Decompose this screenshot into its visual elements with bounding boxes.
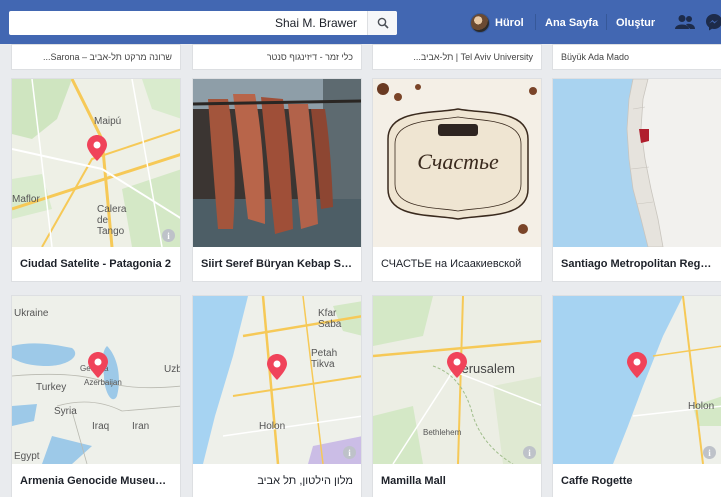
- place-map[interactable]: Jerusalem Bethlehem i: [373, 296, 541, 464]
- map-pin-icon: [627, 352, 647, 378]
- place-map[interactable]: Kfar Saba Petah Tikva Holon i: [193, 296, 361, 464]
- place-card[interactable]: Jerusalem Bethlehem i Mamilla Mall: [372, 295, 542, 497]
- place-card[interactable]: Kfar Saba Petah Tikva Holon i מלון הילטו…: [192, 295, 362, 497]
- home-link[interactable]: Ana Sayfa: [545, 17, 598, 29]
- nav-divider: [606, 14, 607, 30]
- search-icon: [377, 17, 389, 29]
- place-photo[interactable]: Счастье: [373, 79, 541, 247]
- map-label: Uzb: [164, 364, 180, 375]
- logo-text: Счастье: [417, 149, 499, 174]
- search-button[interactable]: [367, 11, 397, 35]
- map-label: Calera de Tango: [97, 204, 127, 237]
- place-card-title[interactable]: Caffe Rogette: [553, 464, 721, 497]
- place-map[interactable]: Ukraine Georgia Azerbaijan Turkey Syria …: [12, 296, 180, 464]
- nav-divider: [535, 14, 536, 30]
- place-card-title[interactable]: Armenia Genocide Museum, ...: [12, 464, 180, 497]
- place-card[interactable]: Счастье СЧАСТЬЕ на Исаакиевской: [372, 78, 542, 282]
- place-card[interactable]: Holon i Caffe Rogette: [552, 295, 721, 497]
- info-icon[interactable]: i: [162, 229, 175, 242]
- place-card-title[interactable]: Tel Aviv University | תל-אביב...: [373, 47, 541, 67]
- profile-name: Hürol: [495, 17, 524, 29]
- place-card[interactable]: Ukraine Georgia Azerbaijan Turkey Syria …: [11, 295, 181, 497]
- map-pin-icon: [267, 354, 287, 380]
- place-card-title[interactable]: מלון הילטון, תל אביב: [193, 464, 361, 497]
- place-card-title[interactable]: Ciudad Satelite - Patagonia 2: [12, 247, 180, 281]
- info-icon[interactable]: i: [343, 446, 356, 459]
- map-label: Maipú: [94, 116, 122, 127]
- create-link[interactable]: Oluştur: [616, 17, 655, 29]
- map-pin-icon: [447, 352, 467, 378]
- place-card[interactable]: Santiago Metropolitan Region: [552, 78, 721, 282]
- place-card[interactable]: כלי זמר - דיזינגוף סנטר: [192, 44, 362, 70]
- map-label: Azerbaijan: [84, 378, 122, 387]
- place-card[interactable]: Siirt Seref Büryan Kebap Sal...: [192, 78, 362, 282]
- place-card-title[interactable]: СЧАСТЬЕ на Исаакиевской: [373, 247, 541, 281]
- map-label: Holon: [688, 401, 715, 412]
- friend-requests-icon[interactable]: [674, 14, 696, 30]
- info-icon[interactable]: i: [523, 446, 536, 459]
- search-box[interactable]: Shai M. Brawer: [9, 11, 397, 35]
- place-card-title[interactable]: שרונה מרקט תל-אביב – Sarona...: [12, 47, 180, 67]
- place-card-title[interactable]: Santiago Metropolitan Region: [553, 247, 721, 281]
- map-label: Kfar Saba: [318, 308, 342, 330]
- place-map[interactable]: [553, 79, 721, 247]
- map-label: Syria: [54, 406, 77, 417]
- map-label: Turkey: [36, 382, 67, 393]
- info-icon[interactable]: i: [703, 446, 716, 459]
- map-label: Maflor: [12, 194, 40, 205]
- place-card-title[interactable]: כלי זמר - דיזינגוף סנטר: [193, 47, 361, 67]
- map-label: Iran: [132, 421, 150, 432]
- map-pin-icon: [88, 352, 108, 378]
- place-card-title[interactable]: Siirt Seref Büryan Kebap Sal...: [193, 247, 361, 281]
- place-photo[interactable]: [193, 79, 361, 247]
- map-label: Holon: [259, 421, 286, 432]
- place-card[interactable]: Tel Aviv University | תל-אביב...: [372, 44, 542, 70]
- place-card[interactable]: שרונה מרקט תל-אביב – Sarona...: [11, 44, 181, 70]
- place-map[interactable]: Maipú Calera de Tango Maflor i: [12, 79, 180, 247]
- map-label: Ukraine: [14, 308, 49, 319]
- messenger-icon[interactable]: [705, 13, 721, 31]
- map-label: Iraq: [92, 421, 110, 432]
- map-label: Egypt: [14, 451, 40, 462]
- map-pin-icon: [87, 135, 107, 161]
- search-input[interactable]: Shai M. Brawer: [9, 16, 367, 30]
- top-navigation-bar: Shai M. Brawer Hürol Ana Sayfa Oluştur: [0, 0, 721, 44]
- map-label: Petah Tikva: [311, 348, 338, 370]
- avatar: [470, 13, 490, 33]
- place-map[interactable]: Holon i: [553, 296, 721, 464]
- place-card-title[interactable]: Mamilla Mall: [373, 464, 541, 497]
- map-label: Bethlehem: [423, 428, 462, 437]
- place-card[interactable]: Maipú Calera de Tango Maflor i Ciudad Sa…: [11, 78, 181, 282]
- place-card[interactable]: Büyük Ada Mado: [552, 44, 721, 70]
- profile-link[interactable]: Hürol: [470, 13, 524, 33]
- place-card-title[interactable]: Büyük Ada Mado: [553, 47, 721, 67]
